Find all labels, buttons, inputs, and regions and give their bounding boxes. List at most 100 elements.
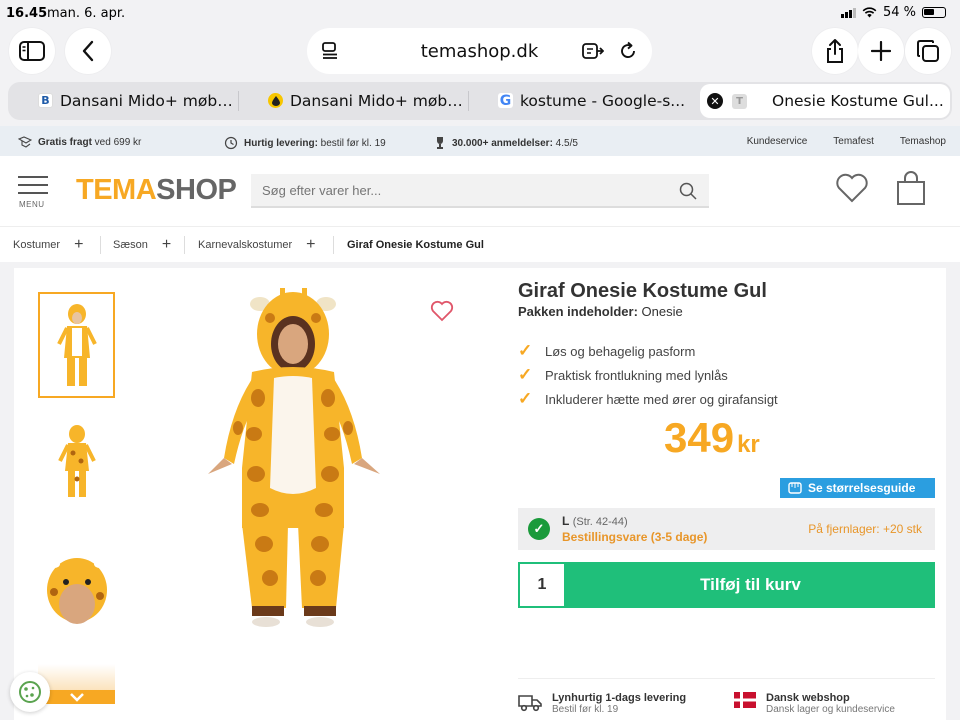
- reviews-info: 30.000+ anmeldelser: 4.5/5: [434, 136, 578, 150]
- fast-delivery-info: Hurtig levering: bestil før kl. 19: [224, 136, 386, 150]
- plus-icon[interactable]: +: [162, 237, 171, 253]
- quantity-input[interactable]: [520, 564, 564, 606]
- checkmark-icon: ✓: [518, 365, 533, 384]
- add-to-wishlist-heart-icon[interactable]: [430, 300, 454, 322]
- status-bar: 16.45 man. 6. apr. 54 %: [0, 0, 960, 28]
- tab-temashop-active[interactable]: ✕ T Onesie Kostume Gul...: [700, 84, 950, 118]
- tab-dansani-2[interactable]: Dansani Mido+ møbe...: [238, 82, 468, 120]
- battery-percent: 54 %: [882, 5, 916, 20]
- product-price: 349 kr: [664, 414, 760, 461]
- check-circle-icon: ✓: [528, 518, 550, 540]
- plus-icon: [871, 41, 891, 61]
- address-bar[interactable]: temashop.dk: [307, 28, 652, 74]
- thumbnail-4[interactable]: [38, 664, 115, 704]
- thumbnail-3[interactable]: [38, 536, 115, 642]
- reload-icon[interactable]: [618, 41, 638, 61]
- size-stock-row[interactable]: ✓ L (Str. 42-44) Bestillingsvare (3-5 da…: [518, 508, 935, 550]
- breadcrumb-kostumer[interactable]: Kostumer +: [13, 237, 83, 253]
- close-tab-icon[interactable]: ✕: [707, 93, 723, 109]
- cellular-signal-icon: [840, 7, 856, 18]
- shipping-icon: [18, 136, 32, 148]
- clock-icon: [224, 136, 238, 150]
- breadcrumb-current: Giraf Onesie Kostume Gul: [347, 239, 484, 251]
- tape-measure-icon: [788, 482, 802, 494]
- status-date: man. 6. apr.: [47, 6, 126, 21]
- tab-label: Dansani Mido+ møbe...: [290, 92, 468, 110]
- quantity-field: [518, 562, 566, 608]
- plus-icon[interactable]: +: [74, 237, 83, 253]
- main-product-image: [208, 288, 380, 627]
- tab-label: Dansani Mido+ møbe...: [60, 92, 238, 110]
- browser-toolbar: temashop.dk: [0, 26, 960, 80]
- info-bar: Gratis fragt ved 699 kr Hurtig levering:…: [0, 126, 960, 156]
- new-tab-button[interactable]: [858, 28, 904, 74]
- search-box: [251, 174, 709, 208]
- checkmark-icon: ✓: [518, 341, 533, 360]
- giraffe-costume-back-thumbnail: [57, 425, 96, 497]
- product-card: Giraf Onesie Kostume Gul Pakken indehold…: [14, 268, 946, 720]
- reader-translate-icon[interactable]: [582, 42, 604, 60]
- menu-label: MENU: [19, 200, 45, 209]
- favicon-b-icon: B: [38, 93, 53, 108]
- feature-item: ✓ Praktisk frontlukning med lynlås: [518, 365, 728, 384]
- info-links: Kundeservice Temafest Temashop: [747, 136, 946, 147]
- feature-item: ✓ Inkluderer hætte med ører og girafansig…: [518, 389, 778, 408]
- delivery-truck-icon: [518, 695, 542, 712]
- package-contents: Pakken indeholder: Onesie: [518, 304, 683, 319]
- free-shipping-info: Gratis fragt ved 699 kr: [18, 136, 141, 148]
- size-guide-button[interactable]: Se størrelsesguide: [780, 478, 935, 498]
- danish-flag-icon: [734, 692, 756, 708]
- tabs-icon: [917, 40, 939, 62]
- tab-strip: B Dansani Mido+ møbe... Dansani Mido+ mø…: [8, 82, 952, 120]
- cookie-icon: [19, 681, 41, 703]
- cart-bag-icon[interactable]: [894, 170, 928, 206]
- link-temafest[interactable]: Temafest: [833, 136, 874, 147]
- giraffe-hood-closeup-thumbnail: [46, 558, 107, 624]
- thumbnail-1[interactable]: [38, 292, 115, 398]
- tab-google[interactable]: G kostume - Google-s...: [468, 82, 698, 120]
- product-title: Giraf Onesie Kostume Gul: [518, 280, 767, 302]
- trophy-icon: [437, 137, 443, 149]
- sidebar-icon: [19, 41, 45, 61]
- tab-label: kostume - Google-s...: [520, 92, 686, 110]
- link-temashop[interactable]: Temashop: [900, 136, 946, 147]
- breadcrumb-karneval[interactable]: Karnevalskostumer +: [198, 237, 316, 253]
- chevron-down-icon: [69, 692, 84, 702]
- sidebar-button[interactable]: [9, 28, 55, 74]
- usp-danish-webshop: Dansk webshop Dansk lager og kundeservice: [734, 692, 895, 715]
- temashop-logo[interactable]: TEMASHOP: [76, 174, 237, 207]
- link-kundeservice[interactable]: Kundeservice: [747, 136, 808, 147]
- status-time: 16.45: [6, 6, 48, 21]
- share-button[interactable]: [812, 28, 858, 74]
- search-icon[interactable]: [679, 182, 697, 200]
- tab-dansani-1[interactable]: B Dansani Mido+ møbe...: [8, 82, 238, 120]
- divider: [518, 678, 935, 679]
- thumbnail-2[interactable]: [38, 408, 115, 514]
- giraffe-costume-thumbnail: [56, 304, 97, 386]
- share-icon: [827, 39, 843, 63]
- remote-stock: På fjernlager: +20 stk: [808, 522, 922, 536]
- breadcrumb: Kostumer + Sæson + Karnevalskostumer + Gira…: [0, 226, 960, 262]
- breadcrumb-saeson[interactable]: Sæson +: [113, 237, 171, 253]
- site-header: MENU TEMASHOP: [0, 156, 960, 226]
- back-button[interactable]: [65, 28, 111, 74]
- feature-list: ✓ Løs og behagelig pasform ✓ Praktisk fron…: [518, 339, 778, 411]
- add-to-cart-button[interactable]: Tilføj til kurv: [566, 562, 935, 608]
- favicon-t-icon: T: [732, 94, 747, 109]
- wifi-icon: [862, 7, 877, 18]
- status-indicators: 54 %: [840, 5, 946, 20]
- tab-label: Onesie Kostume Gul...: [772, 92, 944, 110]
- checkmark-icon: ✓: [518, 389, 533, 408]
- availability-status: Bestillingsvare (3-5 dage): [562, 530, 708, 544]
- favicon-drop-icon: [268, 93, 283, 108]
- plus-icon[interactable]: +: [306, 237, 315, 253]
- website: Gratis fragt ved 699 kr Hurtig levering:…: [0, 126, 960, 720]
- feature-item: ✓ Løs og behagelig pasform: [518, 341, 696, 360]
- wishlist-heart-icon[interactable]: [835, 172, 869, 204]
- tab-overview-button[interactable]: [905, 28, 951, 74]
- size-label: L (Str. 42-44): [562, 514, 628, 528]
- cookie-settings-button[interactable]: [10, 672, 50, 712]
- usp-fast-delivery: Lynhurtig 1-dags levering Bestil før kl. …: [518, 692, 686, 715]
- menu-button[interactable]: MENU: [18, 176, 48, 209]
- search-input[interactable]: [251, 174, 709, 206]
